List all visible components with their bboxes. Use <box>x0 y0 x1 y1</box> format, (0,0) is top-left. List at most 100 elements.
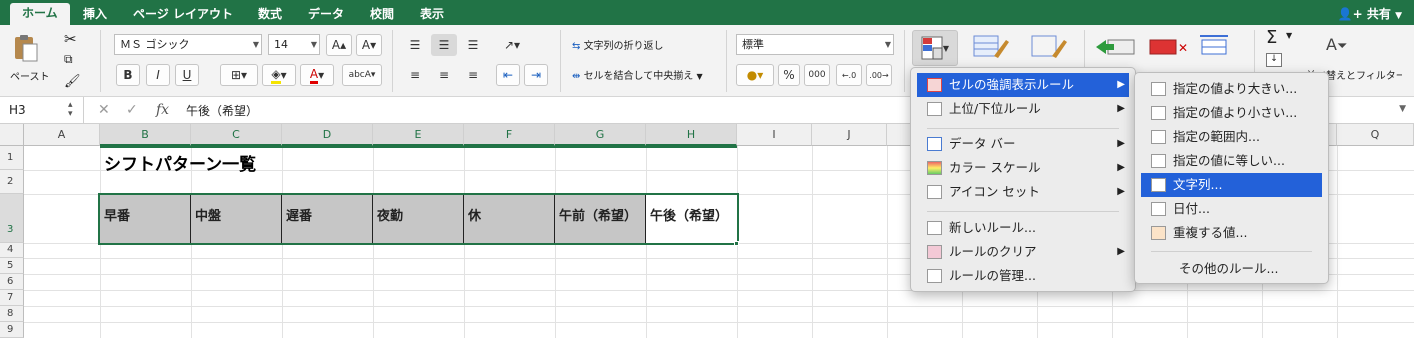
menu-item-new-rule[interactable]: 新しいルール... <box>917 216 1129 240</box>
menu-item-between[interactable]: 指定の範囲内... <box>1141 125 1322 149</box>
column-header[interactable]: A <box>24 124 100 146</box>
row-header[interactable]: 5 <box>0 258 24 274</box>
format-painter-icon[interactable]: 🖌 <box>64 74 81 89</box>
comma-button[interactable]: 000 <box>804 64 830 86</box>
sort-filter-icon[interactable]: A⏷ <box>1326 35 1347 54</box>
insert-function-button[interactable]: fx <box>156 102 169 118</box>
delete-cells-button[interactable]: ✕ <box>1148 36 1192 61</box>
row-header[interactable]: 4 <box>0 243 24 258</box>
orientation-button[interactable]: ↗▾ <box>496 34 528 56</box>
italic-button[interactable]: I <box>146 64 170 86</box>
currency-button[interactable]: ●▾ <box>736 64 774 86</box>
menu-item-more-rules[interactable]: その他のルール... <box>1141 257 1322 281</box>
column-header[interactable]: E <box>373 124 464 146</box>
font-name-combo[interactable]: ＭＳ ゴシック ▼ <box>114 34 262 55</box>
menu-item-label: セルの強調表示ルール <box>949 77 1075 92</box>
column-header[interactable]: I <box>737 124 812 146</box>
format-as-table-button[interactable] <box>972 34 1012 63</box>
menu-item-text-contains[interactable]: 文字列... <box>1141 173 1322 197</box>
merge-center-button[interactable]: ⇹ セルを結合して中央揃え ▼ <box>572 67 703 82</box>
tab-page-layout[interactable]: ページ レイアウト <box>133 4 233 25</box>
select-all-corner[interactable] <box>0 124 24 146</box>
autosum-icon[interactable]: Σ <box>1266 27 1277 48</box>
align-bottom-button[interactable]: ☰ <box>460 34 486 56</box>
column-header[interactable]: F <box>464 124 555 146</box>
tab-formulas[interactable]: 数式 <box>258 4 282 25</box>
menu-item-greater-than[interactable]: 指定の値より大きい... <box>1141 77 1322 101</box>
confirm-icon[interactable]: ✓ <box>126 102 138 118</box>
column-header[interactable]: C <box>191 124 282 146</box>
bold-button[interactable]: B <box>116 64 140 86</box>
font-color-button[interactable]: A ▾ <box>300 64 334 86</box>
cell-styles-button[interactable] <box>1030 34 1070 63</box>
column-header[interactable]: D <box>282 124 373 146</box>
wrap-text-label: 文字列の折り返し <box>583 41 664 52</box>
paste-button[interactable] <box>12 33 40 63</box>
tab-data[interactable]: データ <box>308 4 344 25</box>
tab-home[interactable]: ホーム <box>10 3 70 25</box>
cancel-icon[interactable]: ✕ <box>98 102 110 118</box>
column-header[interactable]: H <box>646 124 737 146</box>
gridline <box>24 322 1414 323</box>
menu-item-equal-to[interactable]: 指定の値に等しい... <box>1141 149 1322 173</box>
row-header[interactable]: 9 <box>0 322 24 338</box>
conditional-formatting-button[interactable]: ▼ <box>912 30 958 66</box>
increase-decimal-button[interactable]: ←.0 <box>836 64 862 86</box>
align-middle-button[interactable]: ☰ <box>431 34 457 56</box>
percent-button[interactable]: % <box>778 64 800 86</box>
decrease-indent-button[interactable]: ⇤ <box>496 64 520 86</box>
menu-item-top-bottom-rules[interactable]: 上位/下位ルール ▶ <box>917 97 1129 121</box>
menu-item-highlight-cells-rules[interactable]: セルの強調表示ルール ▶ <box>917 73 1129 97</box>
format-cells-button[interactable] <box>1198 34 1232 63</box>
name-box-stepper-icon[interactable]: ▴ ▾ <box>68 101 73 119</box>
menu-item-duplicate-values[interactable]: 重複する値... <box>1141 221 1322 245</box>
menu-item-date-occurring[interactable]: 日付... <box>1141 197 1322 221</box>
copy-icon[interactable]: ⧉ <box>64 52 73 67</box>
row-header[interactable]: 1 <box>0 146 24 170</box>
row-header[interactable]: 2 <box>0 170 24 194</box>
ribbon-tab-bar: ホーム 挿入 ページ レイアウト 数式 データ 校閲 表示 👤+ 共有 ▼ <box>0 0 1414 25</box>
decrease-font-button[interactable]: A▾ <box>356 34 382 56</box>
align-left-button[interactable]: ≡ <box>402 64 428 86</box>
insert-cells-button[interactable] <box>1094 36 1138 61</box>
menu-item-clear-rules[interactable]: ルールのクリア ▶ <box>917 240 1129 264</box>
column-header[interactable]: Q <box>1337 124 1414 146</box>
formula-input[interactable]: 午後（希望） <box>186 102 258 119</box>
wrap-text-button[interactable]: ⇆ 文字列の折り返し <box>572 37 664 52</box>
column-header[interactable]: J <box>812 124 887 146</box>
align-right-button[interactable]: ≡ <box>460 64 486 86</box>
share-button[interactable]: 👤+ 共有 ▼ <box>1338 5 1402 22</box>
increase-font-button[interactable]: A▴ <box>326 34 352 56</box>
underline-button[interactable]: U <box>175 64 199 86</box>
tab-view[interactable]: 表示 <box>420 4 444 25</box>
column-header[interactable]: G <box>555 124 646 146</box>
align-center-button[interactable]: ≡ <box>431 64 457 86</box>
align-top-button[interactable]: ☰ <box>402 34 428 56</box>
menu-item-less-than[interactable]: 指定の値より小さい... <box>1141 101 1322 125</box>
expand-formula-icon[interactable]: ▼ <box>1399 104 1406 114</box>
row-header[interactable]: 8 <box>0 306 24 322</box>
number-format-combo[interactable]: 標準 ▼ <box>736 34 894 55</box>
column-header[interactable]: B <box>100 124 191 146</box>
highlight-rules-icon <box>927 78 942 92</box>
tab-review[interactable]: 校閲 <box>370 4 394 25</box>
borders-button[interactable]: ⊞▾ <box>220 64 258 86</box>
menu-item-icon-sets[interactable]: アイコン セット ▶ <box>917 180 1129 204</box>
align-middle-icon: ☰ <box>438 38 450 52</box>
fill-color-button[interactable]: ◈ ▾ <box>262 64 296 86</box>
row-header[interactable]: 7 <box>0 290 24 306</box>
tab-insert[interactable]: 挿入 <box>83 4 107 25</box>
font-size-combo[interactable]: 14 ▼ <box>268 34 320 55</box>
increase-indent-button[interactable]: ⇥ <box>524 64 548 86</box>
sheet-title[interactable]: シフトパターン一覧 <box>104 150 256 175</box>
menu-item-manage-rules[interactable]: ルールの管理... <box>917 264 1129 288</box>
row-header[interactable]: 3 <box>0 194 24 243</box>
fill-down-icon[interactable]: ↓ <box>1266 53 1282 67</box>
menu-item-data-bars[interactable]: データ バー ▶ <box>917 132 1129 156</box>
fill-handle[interactable] <box>734 241 739 246</box>
cut-icon[interactable]: ✂ <box>64 30 77 48</box>
phonetic-button[interactable]: abcA▾ <box>342 64 382 86</box>
decrease-decimal-button[interactable]: .00→ <box>866 64 892 86</box>
menu-item-color-scales[interactable]: カラー スケール ▶ <box>917 156 1129 180</box>
row-header[interactable]: 6 <box>0 274 24 290</box>
